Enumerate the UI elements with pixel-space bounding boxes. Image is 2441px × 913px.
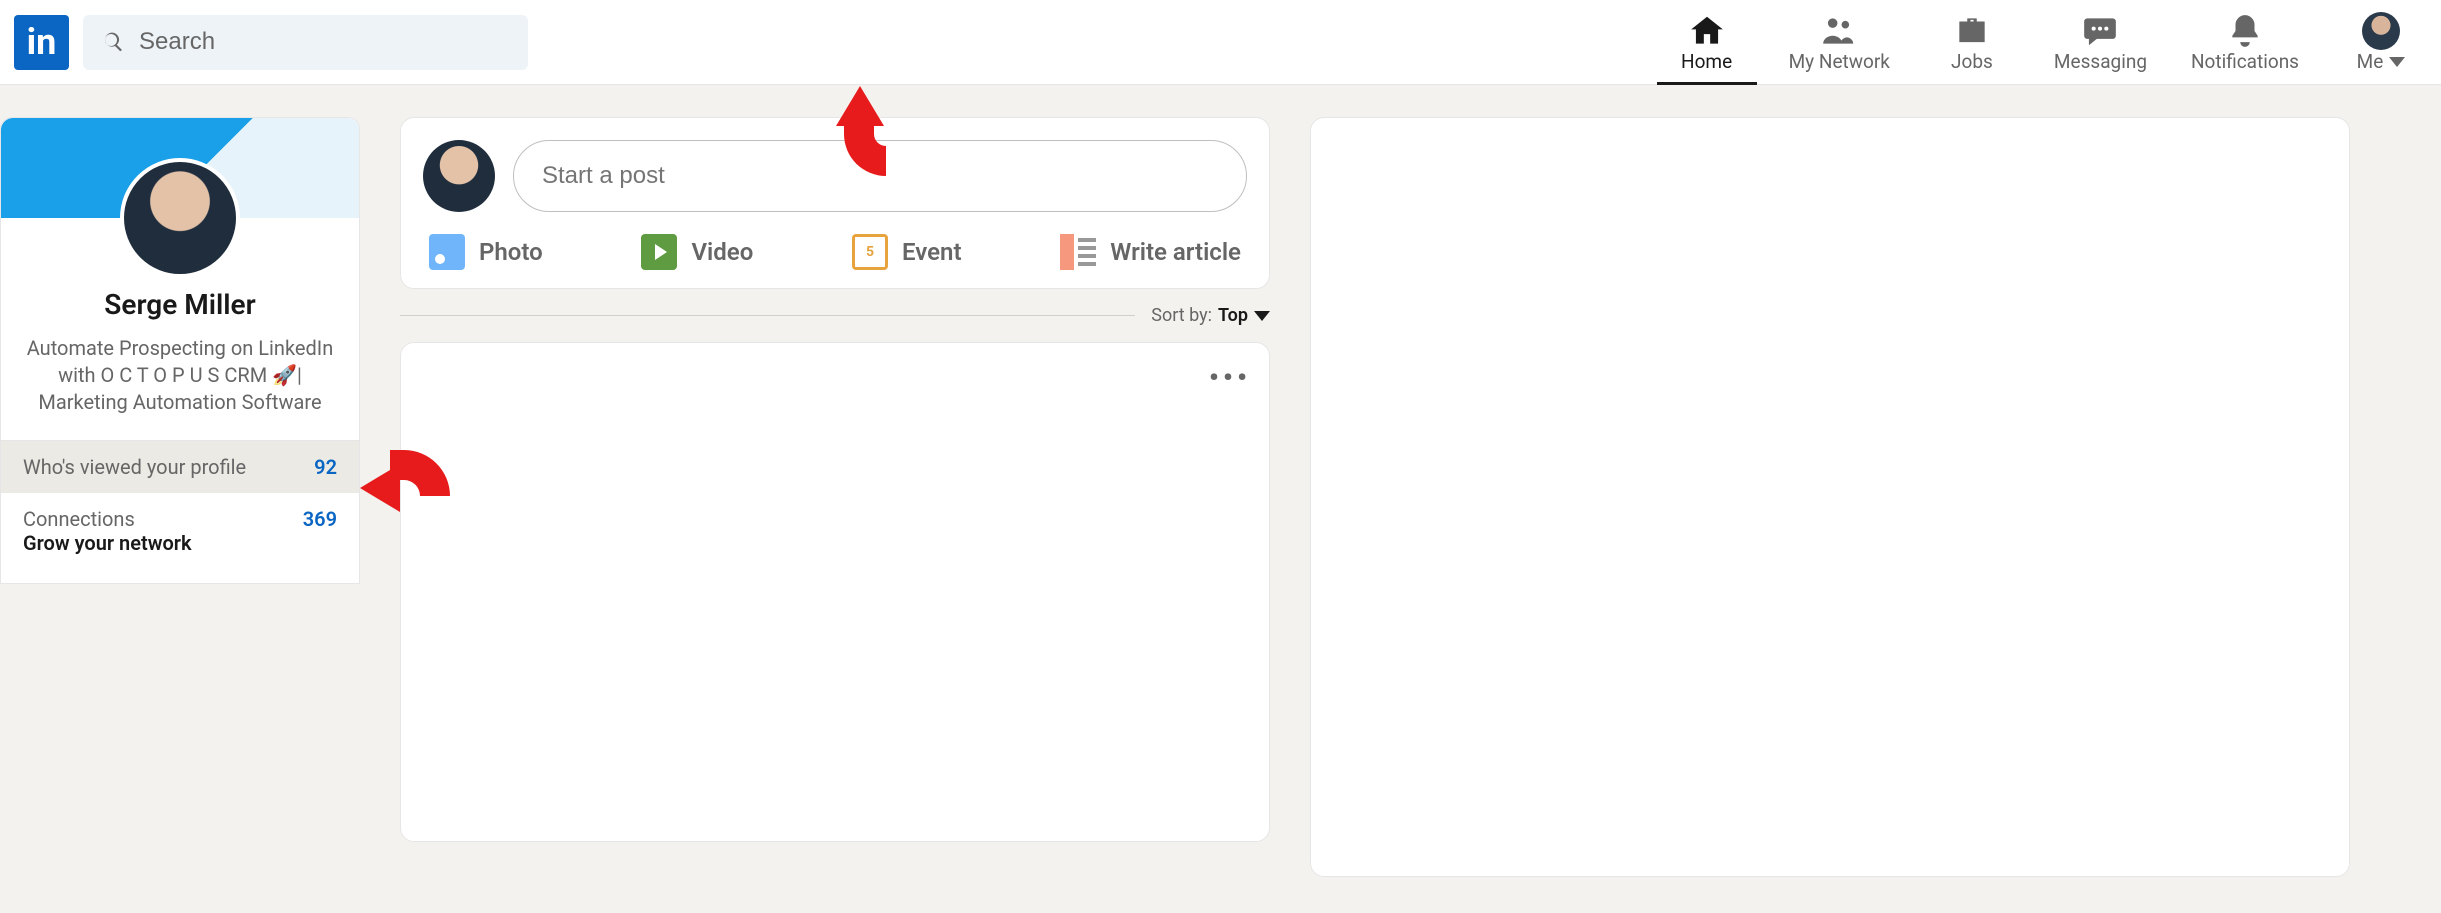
compose-video-label: Video	[691, 238, 753, 266]
sort-value: Top	[1218, 305, 1248, 326]
bell-icon	[2226, 12, 2264, 50]
nav-messaging-label: Messaging	[2054, 50, 2147, 73]
left-column: Serge Miller Automate Prospecting on Lin…	[0, 117, 360, 877]
compose-article-label: Write article	[1110, 238, 1241, 266]
nav-home[interactable]: Home	[1647, 0, 1767, 85]
calendar-icon	[852, 234, 888, 270]
divider	[400, 315, 1135, 316]
main-layout: Serge Miller Automate Prospecting on Lin…	[0, 85, 2441, 877]
avatar-icon	[2362, 12, 2400, 50]
compose-photo-label: Photo	[479, 238, 543, 266]
nav-items: Home My Network Jobs Messaging Notificat	[1647, 0, 2441, 85]
nav-notifications[interactable]: Notifications	[2169, 0, 2321, 85]
article-icon	[1060, 234, 1096, 270]
compose-article-button[interactable]: Write article	[1060, 234, 1241, 270]
compose-video-button[interactable]: Video	[641, 234, 753, 270]
start-post-input[interactable]	[513, 140, 1247, 212]
nav-network[interactable]: My Network	[1767, 0, 1912, 85]
nav-jobs[interactable]: Jobs	[1912, 0, 2032, 85]
profile-viewed-count: 92	[314, 455, 337, 479]
compose-event-button[interactable]: Event	[852, 234, 961, 270]
chevron-down-icon	[2389, 57, 2405, 67]
briefcase-icon	[1952, 12, 1992, 50]
profile-viewed-label: Who's viewed your profile	[23, 455, 246, 479]
profile-name[interactable]: Serge Miller	[21, 288, 339, 321]
photo-icon	[429, 234, 465, 270]
post-menu-button[interactable]: •••	[419, 361, 1251, 394]
compose-event-label: Event	[902, 238, 961, 266]
feed-sort-row[interactable]: Sort by: Top	[400, 305, 1270, 326]
nav-network-label: My Network	[1789, 50, 1890, 73]
profile-headline: Automate Prospecting on LinkedIn with O …	[21, 335, 339, 416]
middle-column: Photo Video Event Write article Sort by:	[400, 117, 1270, 877]
top-nav: in Home My Network Jobs	[0, 0, 2441, 85]
compose-avatar[interactable]	[423, 140, 495, 212]
feed-post-card: •••	[400, 342, 1270, 842]
nav-home-label: Home	[1681, 50, 1732, 73]
compose-photo-button[interactable]: Photo	[429, 234, 543, 270]
nav-me[interactable]: Me	[2321, 0, 2441, 85]
home-icon	[1687, 12, 1727, 50]
profile-viewed-row[interactable]: Who's viewed your profile 92	[1, 441, 359, 493]
search-box[interactable]	[83, 15, 528, 70]
nav-messaging[interactable]: Messaging	[2032, 0, 2169, 85]
video-icon	[641, 234, 677, 270]
profile-connections-count: 369	[303, 507, 337, 531]
search-input[interactable]	[139, 28, 510, 56]
profile-connections-row[interactable]: Connections 369 Grow your network	[1, 493, 359, 583]
right-column	[1310, 117, 2350, 877]
profile-connections-label: Connections	[23, 507, 135, 531]
profile-cover	[1, 118, 359, 218]
profile-avatar[interactable]	[120, 158, 240, 278]
chat-icon	[2079, 12, 2121, 50]
search-icon	[101, 30, 125, 54]
profile-grow-label: Grow your network	[23, 531, 337, 555]
people-icon	[1819, 12, 1859, 50]
nav-me-label: Me	[2357, 50, 2406, 73]
linkedin-logo[interactable]: in	[14, 15, 69, 70]
nav-notifications-label: Notifications	[2191, 50, 2299, 73]
compose-card: Photo Video Event Write article	[400, 117, 1270, 289]
chevron-down-icon	[1254, 311, 1270, 321]
nav-jobs-label: Jobs	[1951, 50, 1993, 73]
right-card	[1310, 117, 2350, 877]
sort-prefix: Sort by:	[1151, 305, 1212, 326]
profile-card: Serge Miller Automate Prospecting on Lin…	[0, 117, 360, 584]
